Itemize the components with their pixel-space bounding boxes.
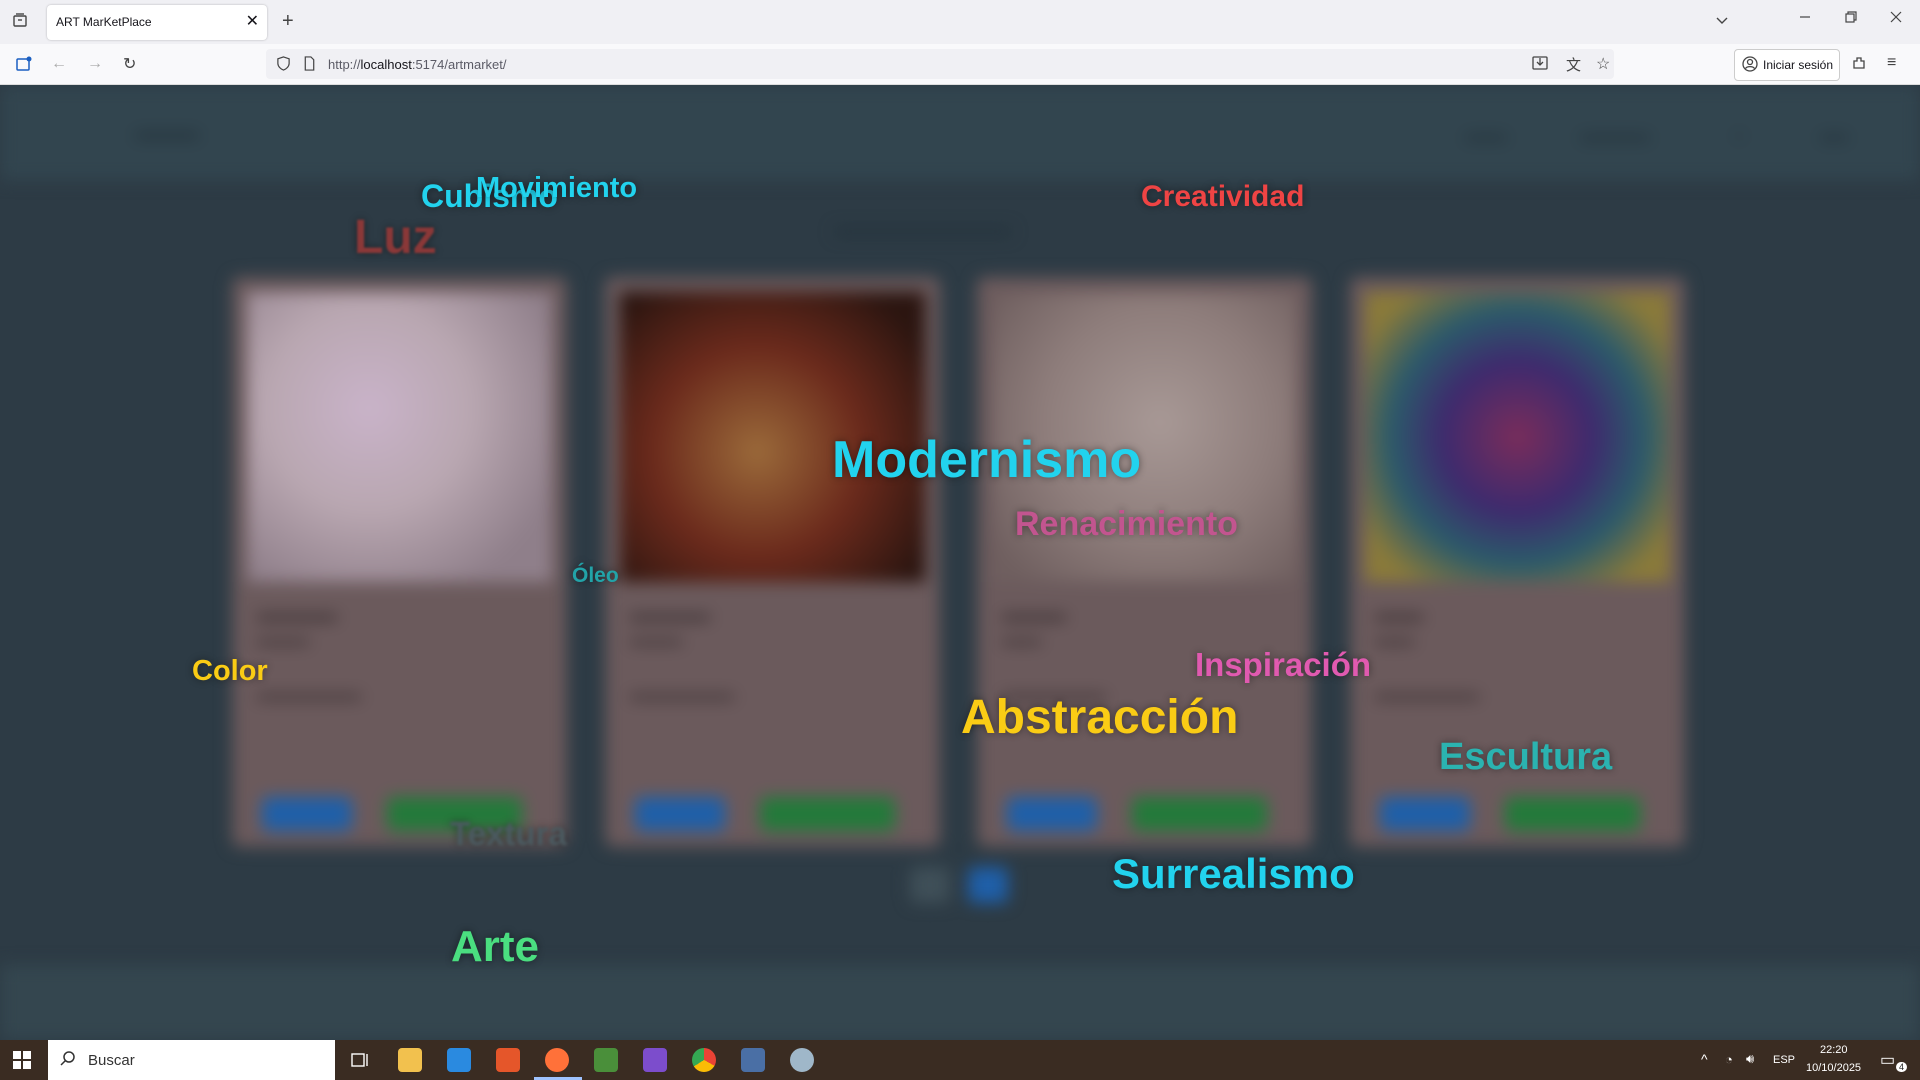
art-card[interactable]: ▬▬▬▬▬ ▬▬▬▬ ▬▬▬▬▬▬▬▬ (232, 277, 567, 847)
paint-icon[interactable] (790, 1048, 814, 1072)
floating-word: Abstracción (961, 691, 1239, 744)
artwork-image (247, 292, 552, 582)
vscode-icon[interactable] (447, 1048, 471, 1072)
bookmark-star-icon[interactable]: ☆ (1596, 54, 1610, 74)
nav-link[interactable]: ▬▬ (1820, 127, 1848, 143)
pagination-prev[interactable] (910, 867, 950, 903)
floating-word: Textura (450, 815, 567, 852)
search-placeholder: Buscar (88, 1052, 135, 1069)
notifications-icon[interactable]: ▭ (1880, 1050, 1895, 1070)
cart-icon[interactable]: ● (1735, 127, 1743, 143)
network-icon[interactable]: ◔ (1725, 1052, 1733, 1067)
add-to-cart-button[interactable] (760, 797, 895, 831)
section-title: ▬▬▬▬▬▬▬▬ (835, 215, 1011, 240)
account-icon (1742, 56, 1758, 77)
extensions-icon[interactable] (1851, 55, 1867, 76)
tab-title: ART MarKetPlace (56, 15, 152, 29)
close-window-icon[interactable] (1889, 10, 1903, 29)
chevron-up-icon[interactable]: ^ (1701, 1051, 1708, 1067)
minimize-icon[interactable] (1798, 10, 1812, 29)
file-explorer-icon[interactable] (398, 1048, 422, 1072)
artwork-image (1365, 292, 1670, 582)
card-description: ▬▬▬▬▬▬▬▬ (1375, 687, 1479, 702)
browser-tab-strip: ART MarKetPlace ✕ + (0, 0, 1920, 44)
floating-word: Color (192, 655, 268, 687)
page-icon (303, 56, 316, 76)
card-title: ▬▬▬ (1375, 607, 1423, 624)
tab-list-icon[interactable] (12, 12, 28, 33)
card-artist: ▬▬▬▬ (257, 632, 309, 647)
floating-word: Óleo (572, 564, 619, 587)
chrome-icon[interactable] (692, 1048, 716, 1072)
taskbar: Buscar ^ ◔ 🔊︎ ESP 22:20 10/10/2025 ▭ 4 (0, 1040, 1920, 1080)
card-description: ▬▬▬▬▬▬▬▬ (257, 687, 361, 702)
card-title: ▬▬▬▬▬ (630, 607, 710, 624)
shield-icon[interactable] (276, 56, 291, 76)
sidebar-toggle-icon[interactable] (15, 55, 33, 78)
details-button[interactable] (262, 797, 352, 831)
browser-nav-bar: ← → ↻ http://localhost:5174/artmarket/ 文… (0, 44, 1920, 85)
card-title: ▬▬▬▬ (1002, 607, 1066, 624)
site-logo: ▬▬▬▬ (135, 125, 199, 142)
floating-word: Inspiración (1195, 646, 1372, 683)
reload-icon[interactable]: ↻ (123, 54, 136, 74)
close-tab-icon[interactable]: ✕ (246, 11, 259, 31)
pagination-page[interactable] (968, 867, 1008, 903)
url-bar[interactable]: http://localhost:5174/artmarket/ 文 ☆ (266, 49, 1614, 79)
signin-label: Iniciar sesión (1763, 58, 1834, 72)
card-artist: ▬▬▬ (1375, 632, 1414, 647)
details-button[interactable] (1380, 797, 1470, 831)
floating-word: Renacimiento (1015, 505, 1238, 543)
add-to-cart-button[interactable] (1132, 797, 1267, 831)
url-text[interactable]: http://localhost:5174/artmarket/ (328, 57, 507, 72)
floating-word: Arte (451, 922, 540, 971)
browser-tab[interactable]: ART MarKetPlace ✕ (47, 5, 267, 40)
card-artist: ▬▬▬▬ (630, 632, 682, 647)
notification-count: 4 (1896, 1062, 1908, 1072)
visual-studio-icon[interactable] (643, 1048, 667, 1072)
add-to-cart-button[interactable] (1505, 797, 1640, 831)
floating-word: Modernismo (832, 431, 1142, 489)
blurred-background: ▬▬▬▬ ▬▬▬ ▬▬▬▬▬ ● ▬▬ ▬▬▬▬▬▬▬▬ ▬▬▬▬▬ ▬▬▬▬ … (0, 85, 1920, 1040)
floating-word: Escultura (1439, 736, 1613, 778)
app-icon[interactable] (594, 1048, 618, 1072)
language-indicator[interactable]: ESP (1773, 1054, 1795, 1066)
card-description: ▬▬▬▬▬▬▬▬ (630, 687, 734, 702)
nav-link[interactable]: ▬▬▬▬▬ (1580, 127, 1650, 143)
details-button[interactable] (1007, 797, 1097, 831)
floating-word: Surrealismo (1112, 850, 1355, 897)
site-header: ▬▬▬▬ ▬▬▬ ▬▬▬▬▬ ● ▬▬ (0, 85, 1920, 180)
clock-date[interactable]: 10/10/2025 (1806, 1062, 1861, 1074)
page-content: ▬▬▬▬ ▬▬▬ ▬▬▬▬▬ ● ▬▬ ▬▬▬▬▬▬▬▬ ▬▬▬▬▬ ▬▬▬▬ … (0, 85, 1920, 1040)
new-tab-icon[interactable]: + (282, 10, 294, 33)
windows-start-icon[interactable] (13, 1051, 31, 1074)
site-footer (0, 965, 1920, 1040)
floating-word: Creatividad (1141, 180, 1305, 213)
save-to-pocket-icon[interactable] (1532, 55, 1548, 76)
calculator-icon[interactable] (741, 1048, 765, 1072)
task-view-icon[interactable] (348, 1048, 372, 1072)
card-artist: ▬▬▬ (1002, 632, 1041, 647)
forward-arrow-icon[interactable]: → (87, 55, 103, 73)
details-button[interactable] (635, 797, 725, 831)
menu-icon[interactable]: ≡ (1887, 54, 1896, 72)
art-card[interactable]: ▬▬▬▬ ▬▬▬ ▬▬▬▬▬▬▬▬ (977, 277, 1312, 847)
chevron-down-icon[interactable] (1714, 12, 1730, 33)
brave-icon[interactable] (496, 1048, 520, 1072)
search-icon (60, 1050, 76, 1071)
volume-icon[interactable]: 🔊︎ (1746, 1051, 1754, 1067)
translate-icon[interactable]: 文 (1566, 54, 1581, 75)
nav-link[interactable]: ▬▬▬ (1465, 127, 1507, 143)
back-arrow-icon[interactable]: ← (51, 55, 67, 73)
signin-button[interactable]: Iniciar sesión (1734, 49, 1840, 81)
firefox-icon[interactable] (545, 1048, 569, 1072)
floating-word: Movimiento (476, 172, 638, 204)
clock-time[interactable]: 22:20 (1820, 1044, 1848, 1056)
floating-word: Luz (354, 211, 437, 264)
art-card[interactable]: ▬▬▬▬▬ ▬▬▬▬ ▬▬▬▬▬▬▬▬ (605, 277, 940, 847)
card-title: ▬▬▬▬▬ (257, 607, 337, 624)
taskbar-search[interactable]: Buscar (48, 1040, 335, 1080)
restore-icon[interactable] (1844, 10, 1858, 29)
